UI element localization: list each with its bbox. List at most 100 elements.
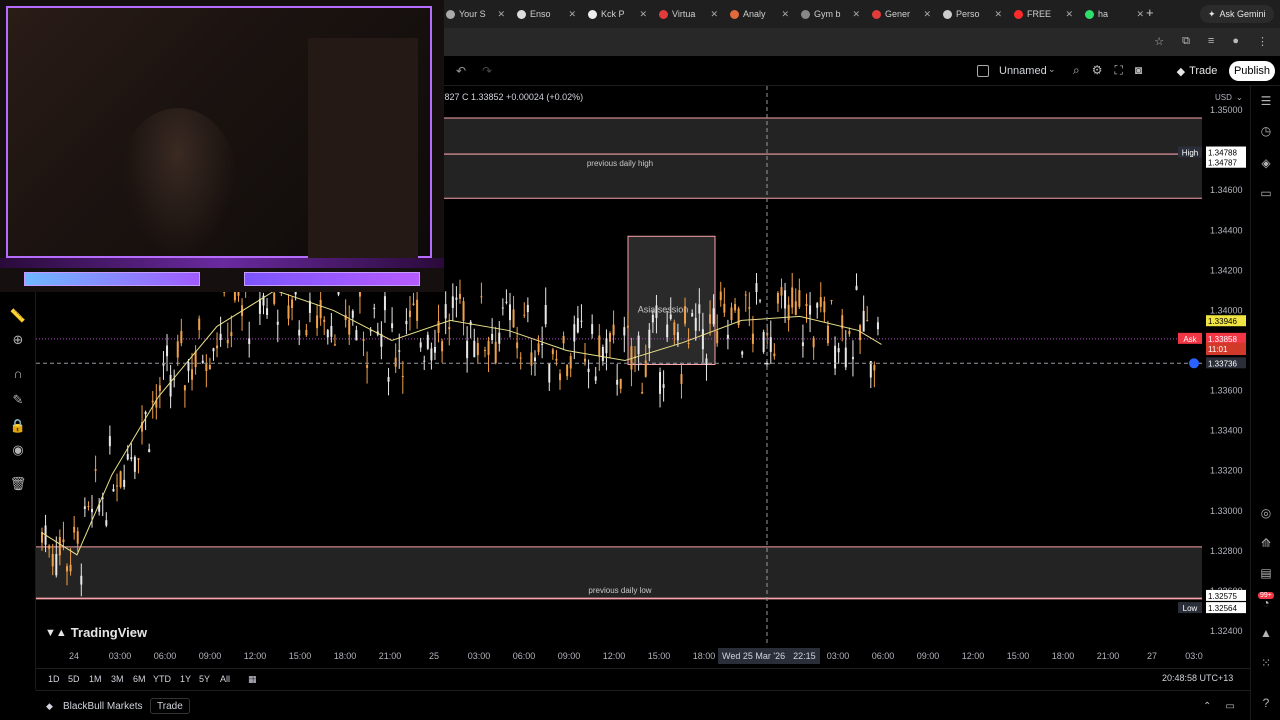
- browser-tab[interactable]: ha ✕: [1079, 4, 1150, 24]
- browser-tab[interactable]: Gener ✕: [866, 4, 937, 24]
- goto-date-icon[interactable]: ▦: [248, 674, 257, 685]
- candle-body: [51, 553, 54, 567]
- browser-tab[interactable]: Perso ✕: [937, 4, 1008, 24]
- layers-icon[interactable]: ◈: [1258, 156, 1274, 170]
- close-tab-icon[interactable]: ✕: [852, 9, 860, 20]
- time-tick-label: 03:00: [108, 651, 132, 661]
- range-button-3m[interactable]: 3M: [111, 674, 124, 684]
- hotlist-icon[interactable]: ▲: [1258, 626, 1274, 640]
- webcam-video: [6, 6, 432, 258]
- range-button-5y[interactable]: 5Y: [199, 674, 210, 684]
- layout-name[interactable]: Unnamed: [999, 65, 1047, 77]
- candle-body: [201, 360, 204, 364]
- candle-body: [419, 342, 422, 348]
- alerts-clock-icon[interactable]: ◷: [1258, 124, 1274, 138]
- candle-body: [373, 307, 376, 309]
- ask-gemini-button[interactable]: ✦ Ask Gemini: [1200, 5, 1274, 23]
- candle-body: [66, 566, 69, 572]
- candle-body: [769, 337, 772, 352]
- close-tab-icon[interactable]: ✕: [639, 9, 647, 20]
- help-icon[interactable]: ?: [1258, 696, 1274, 710]
- tab-favicon-icon: [801, 9, 810, 19]
- browser-tab[interactable]: Your S ✕: [440, 4, 511, 24]
- ruler-icon[interactable]: 📏: [9, 308, 27, 324]
- magnet-icon[interactable]: ∩: [9, 366, 27, 381]
- browser-tab[interactable]: Enso ✕: [511, 4, 582, 24]
- stream-overlay-bar-right: [244, 272, 420, 286]
- publish-button[interactable]: Publish: [1229, 61, 1275, 81]
- close-tab-icon[interactable]: ✕: [923, 9, 931, 20]
- eye-icon[interactable]: ◉: [9, 442, 27, 458]
- candle-body: [423, 360, 426, 362]
- range-button-5d[interactable]: 5D: [68, 674, 80, 684]
- range-button-1d[interactable]: 1D: [48, 674, 60, 684]
- downloads-icon[interactable]: ≡: [1208, 35, 1214, 48]
- browser-tab[interactable]: Kck P ✕: [582, 4, 653, 24]
- redo-icon[interactable]: ↷: [482, 64, 492, 78]
- candle-body: [508, 304, 511, 321]
- range-button-1y[interactable]: 1Y: [180, 674, 191, 684]
- trash-icon[interactable]: 🗑: [9, 476, 27, 492]
- close-tab-icon[interactable]: ✕: [781, 9, 789, 20]
- close-tab-icon[interactable]: ✕: [568, 9, 576, 20]
- undo-icon[interactable]: ↶: [456, 64, 466, 78]
- candle-body: [676, 332, 679, 341]
- profile-avatar-icon[interactable]: ●: [1232, 35, 1239, 48]
- candle-body: [533, 357, 536, 361]
- tab-title: Your S: [459, 9, 486, 19]
- close-tab-icon[interactable]: ✕: [1065, 9, 1073, 20]
- range-button-all[interactable]: All: [220, 674, 230, 684]
- candle-body: [366, 364, 369, 368]
- broker-name[interactable]: BlackBull Markets: [63, 701, 142, 712]
- browser-tab[interactable]: Virtua ✕: [653, 4, 724, 24]
- close-tab-icon[interactable]: ✕: [710, 9, 718, 20]
- range-button-ytd[interactable]: YTD: [153, 674, 171, 684]
- maximize-panel-icon[interactable]: ▭: [1225, 701, 1234, 712]
- range-button-6m[interactable]: 6M: [133, 674, 146, 684]
- lock-icon[interactable]: 🔒: [9, 418, 27, 434]
- watchlist-icon[interactable]: ☰: [1258, 94, 1274, 108]
- time-tick-label: 06:00: [512, 651, 536, 661]
- browser-tab[interactable]: Gym b ✕: [795, 4, 866, 24]
- pencil-lock-icon[interactable]: ✎: [9, 392, 27, 408]
- candle-body: [455, 297, 458, 300]
- bookmark-star-icon[interactable]: ☆: [1154, 35, 1164, 48]
- quick-search-icon[interactable]: ⌕: [1073, 63, 1080, 78]
- camera-icon[interactable]: ◙: [1135, 63, 1142, 78]
- close-tab-icon[interactable]: ✕: [1136, 9, 1144, 20]
- chevron-down-icon[interactable]: ⌄: [1048, 64, 1056, 75]
- chat-icon[interactable]: ▭: [1258, 186, 1274, 200]
- candle-body: [323, 319, 326, 322]
- candle-body: [873, 364, 876, 371]
- collapse-panel-icon[interactable]: ⌃: [1203, 701, 1211, 712]
- broker-trade-button[interactable]: Trade: [150, 698, 190, 714]
- utc-clock[interactable]: 20:48:58 UTC+13: [1162, 673, 1233, 683]
- fullscreen-icon[interactable]: ⛶: [1115, 63, 1123, 78]
- extensions-icon[interactable]: ⧉: [1182, 35, 1190, 48]
- close-tab-icon[interactable]: ✕: [994, 9, 1002, 20]
- time-tick-label: 12:00: [602, 651, 626, 661]
- candle-body: [776, 292, 779, 304]
- time-tick-label: 03:00: [826, 651, 850, 661]
- time-axis[interactable]: 24 03:00 06:00 09:00 12:00 15:00 18:00 21:00 25 0…: [36, 645, 1250, 667]
- candle-body: [69, 564, 72, 572]
- browser-tab[interactable]: Analy ✕: [724, 4, 795, 24]
- zoom-in-icon[interactable]: ⊕: [9, 332, 27, 348]
- range-button-1m[interactable]: 1M: [89, 674, 102, 684]
- browser-tab[interactable]: FREE ✕: [1008, 4, 1079, 24]
- close-tab-icon[interactable]: ✕: [497, 9, 505, 20]
- layout-checkbox[interactable]: [977, 65, 989, 77]
- trade-button[interactable]: ◆ Trade: [1171, 61, 1223, 81]
- apps-grid-icon[interactable]: ⁙: [1258, 656, 1274, 670]
- settings-gear-icon[interactable]: ⚙: [1092, 63, 1103, 78]
- crosshair-date: Wed 25 Mar '26: [722, 651, 786, 661]
- target-icon[interactable]: ◎: [1258, 506, 1274, 520]
- ideas-icon[interactable]: ⟰: [1258, 536, 1274, 550]
- candle-body: [348, 319, 351, 335]
- calendar-icon[interactable]: ▤: [1258, 566, 1274, 580]
- candle-body: [83, 506, 86, 510]
- new-tab-button[interactable]: +: [1146, 5, 1154, 20]
- candle-body: [741, 351, 744, 355]
- candle-body: [448, 327, 451, 330]
- browser-menu-icon[interactable]: ⋮: [1257, 35, 1268, 48]
